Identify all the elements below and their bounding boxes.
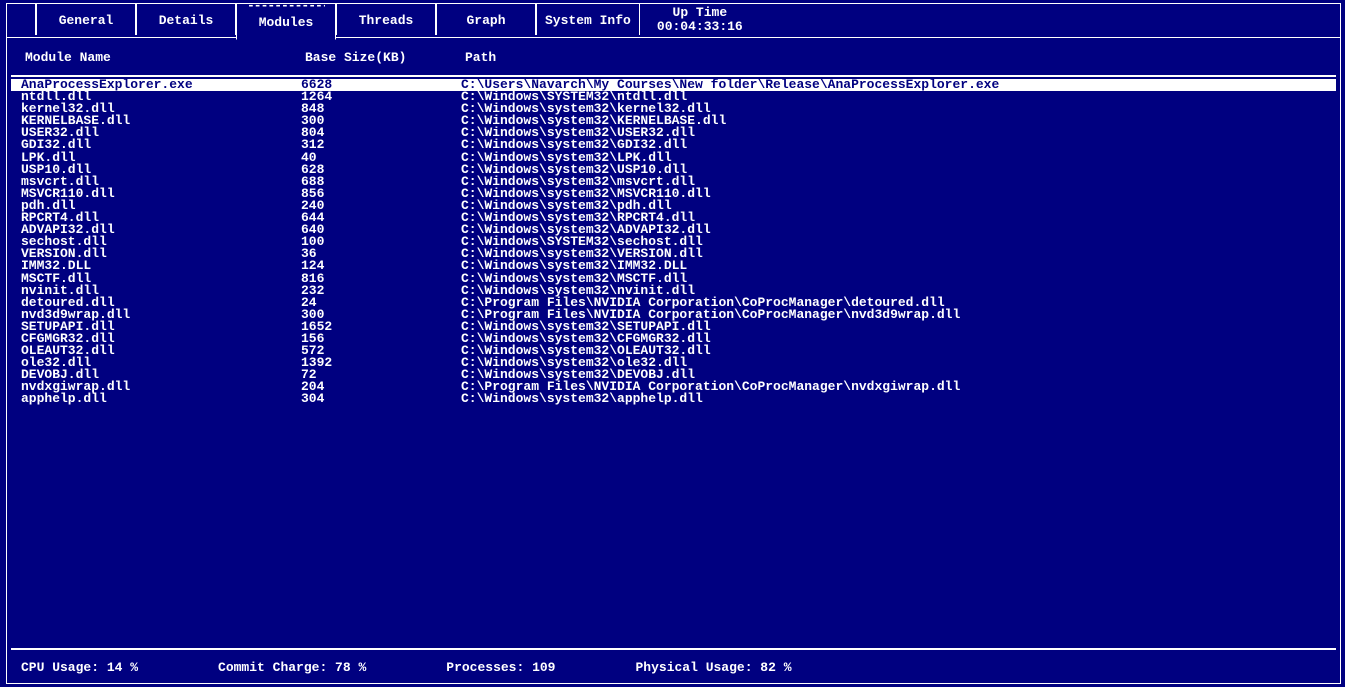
- cell-base-size: 856: [301, 188, 461, 200]
- cell-base-size: 628: [301, 164, 461, 176]
- cell-base-size: 300: [301, 115, 461, 127]
- table-row[interactable]: apphelp.dll304C:\Windows\system32\apphel…: [11, 393, 1336, 405]
- cell-base-size: 232: [301, 285, 461, 297]
- cell-base-size: 240: [301, 200, 461, 212]
- cell-base-size: 124: [301, 260, 461, 272]
- tab-label: Graph: [466, 14, 505, 28]
- cell-base-size: 848: [301, 103, 461, 115]
- column-headers: Module Name Base Size(KB) Path: [11, 38, 1336, 77]
- tabs-row: General Details ------------- Modules Thread…: [6, 3, 1340, 35]
- cell-base-size: 204: [301, 381, 461, 393]
- table-row[interactable]: MSVCR110.dll856C:\Windows\system32\MSVCR…: [11, 188, 1336, 200]
- tab-graph[interactable]: Graph: [436, 3, 536, 35]
- cell-base-size: 40: [301, 152, 461, 164]
- uptime-value: 00:04:33:16: [657, 20, 743, 34]
- cell-base-size: 1392: [301, 357, 461, 369]
- cell-module-name: apphelp.dll: [21, 393, 301, 405]
- table-row[interactable]: GDI32.dll312C:\Windows\system32\GDI32.dl…: [11, 139, 1336, 151]
- cell-base-size: 312: [301, 139, 461, 151]
- tab-system-info[interactable]: System Info: [536, 3, 640, 35]
- cell-base-size: 1652: [301, 321, 461, 333]
- tab-details[interactable]: Details: [136, 3, 236, 35]
- tab-label: Modules: [259, 16, 314, 30]
- status-processes: Processes: 109: [446, 660, 555, 675]
- uptime-label: Up Time: [657, 6, 743, 20]
- tab-general[interactable]: General: [36, 3, 136, 35]
- cell-base-size: 36: [301, 248, 461, 260]
- tab-label: General: [59, 14, 114, 28]
- tab-label: Threads: [359, 14, 414, 28]
- cell-base-size: 804: [301, 127, 461, 139]
- status-commit: Commit Charge: 78 %: [218, 660, 366, 675]
- cell-path: C:\Windows\system32\apphelp.dll: [461, 393, 1336, 405]
- main-window: General Details ------------- Modules Thread…: [6, 3, 1341, 684]
- tab-label: Details: [159, 14, 214, 28]
- status-physical: Physical Usage: 82 %: [635, 660, 791, 675]
- tab-spacer: [6, 3, 36, 35]
- tab-threads[interactable]: Threads: [336, 3, 436, 35]
- cell-base-size: 156: [301, 333, 461, 345]
- status-bar: CPU Usage: 14 % Commit Charge: 78 % Proc…: [7, 650, 1340, 683]
- uptime-block: Up Time00:04:33:16: [640, 3, 760, 35]
- cell-base-size: 644: [301, 212, 461, 224]
- cell-base-size: 688: [301, 176, 461, 188]
- tab-selection-indicator: -------------: [247, 0, 325, 13]
- module-list[interactable]: AnaProcessExplorer.exe6628C:\Users\Navar…: [7, 77, 1340, 648]
- header-base-size[interactable]: Base Size(KB): [305, 50, 465, 65]
- cell-base-size: 1264: [301, 91, 461, 103]
- cell-base-size: 304: [301, 393, 461, 405]
- cell-base-size: 72: [301, 369, 461, 381]
- tab-label: System Info: [545, 14, 631, 28]
- cell-base-size: 24: [301, 297, 461, 309]
- status-cpu: CPU Usage: 14 %: [21, 660, 138, 675]
- cell-base-size: 100: [301, 236, 461, 248]
- header-path[interactable]: Path: [465, 50, 1336, 65]
- tab-modules[interactable]: ------------- Modules: [236, 3, 336, 40]
- header-module-name[interactable]: Module Name: [25, 50, 305, 65]
- cell-base-size: 640: [301, 224, 461, 236]
- cell-base-size: 816: [301, 273, 461, 285]
